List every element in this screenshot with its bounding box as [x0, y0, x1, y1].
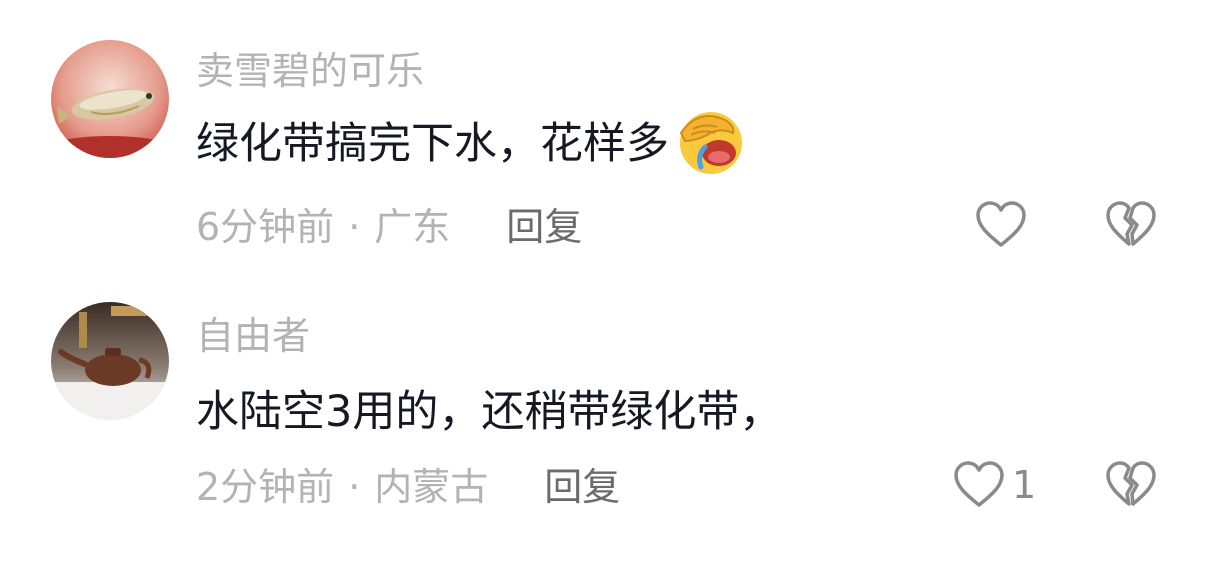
comment-item: 自由者 水陆空3用的，还稍带绿化带， 2分钟前 · 内蒙古 回复 1 [0, 280, 1220, 561]
heart-outline-icon [976, 201, 1026, 247]
comment-text: 水陆空3用的，还稍带绿化带， [196, 386, 782, 438]
like-button[interactable]: 1 [952, 460, 1036, 510]
fish-avatar-image [51, 40, 169, 158]
user-avatar[interactable] [51, 40, 169, 158]
user-avatar[interactable] [51, 302, 169, 420]
like-count: 1 [1012, 463, 1037, 507]
broken-heart-icon [1106, 461, 1156, 506]
heart-outline-icon [954, 461, 1004, 507]
like-button[interactable] [974, 200, 1028, 250]
comment-location: 内蒙古 [374, 465, 489, 509]
comment-meta: 6分钟前 · 广东 回复 [196, 208, 582, 246]
comment-item: 卖雪碧的可乐 绿化带搞完下水，花样多 6分钟前 · 广东 回复 [0, 0, 1220, 280]
comment-text-body: 绿化带搞完下水，花样多 [196, 118, 669, 169]
comment-text: 绿化带搞完下水，花样多 [196, 112, 745, 174]
face-palm-laughing-emoji-icon [671, 105, 745, 183]
dislike-button[interactable] [1104, 460, 1158, 514]
meta-separator: · [348, 205, 361, 249]
dislike-button[interactable] [1104, 200, 1158, 254]
broken-heart-icon [1106, 201, 1156, 246]
comment-time: 6分钟前 [196, 205, 335, 249]
comment-meta: 2分钟前 · 内蒙古 回复 [196, 468, 620, 506]
comment-location: 广东 [374, 205, 451, 249]
teapot-avatar-image [51, 302, 169, 420]
comment-username[interactable]: 自由者 [196, 317, 310, 355]
reply-button[interactable]: 回复 [506, 208, 582, 246]
meta-separator: · [348, 465, 361, 509]
comment-username[interactable]: 卖雪碧的可乐 [196, 52, 424, 90]
comment-text-body: 水陆空3用的，还稍带绿化带， [196, 386, 783, 437]
reply-button[interactable]: 回复 [544, 468, 620, 506]
comment-time: 2分钟前 [196, 465, 335, 509]
